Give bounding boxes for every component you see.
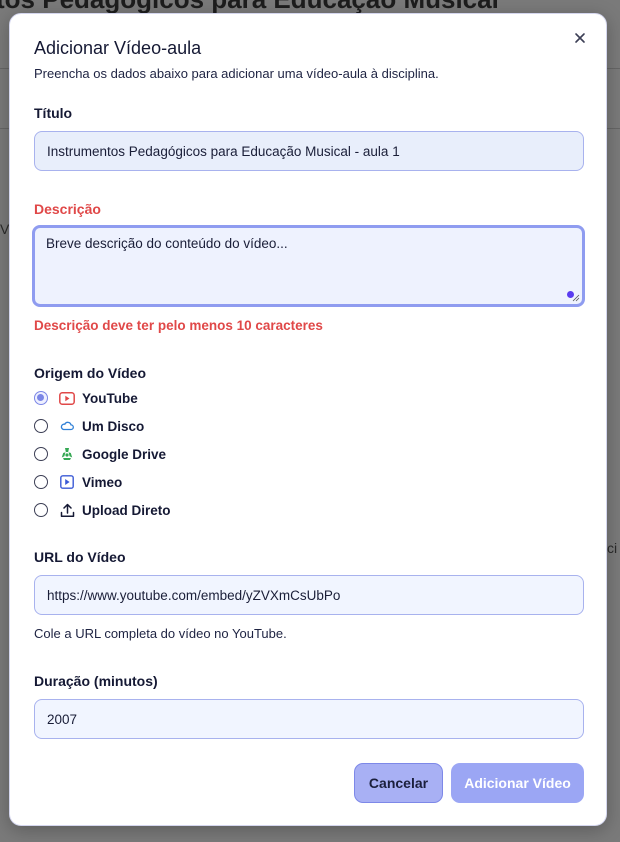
close-icon — [575, 33, 585, 43]
title-label: Título — [34, 105, 73, 121]
google-drive-icon — [58, 445, 76, 463]
source-option-google-drive[interactable]: Google Drive — [34, 444, 166, 464]
source-option-label: Upload Direto — [82, 502, 171, 518]
resize-handle-icon[interactable] — [572, 294, 580, 302]
source-option-label: Google Drive — [82, 446, 167, 462]
url-helper-text: Cole a URL completa do vídeo no YouTube. — [34, 626, 287, 641]
vimeo-icon — [58, 473, 76, 491]
modal-subtitle: Preencha os dados abaixo para adicionar … — [34, 66, 439, 81]
duration-input-value: 2007 — [47, 711, 78, 727]
upload-icon — [58, 501, 76, 519]
source-option-youtube[interactable]: YouTube — [34, 388, 138, 408]
description-textarea[interactable]: Breve descrição do conteúdo do vídeo... — [32, 225, 585, 307]
url-input-value: https://www.youtube.com/embed/yZVXmCsUbP… — [47, 587, 341, 603]
source-label: Origem do Vídeo — [34, 365, 147, 381]
background-side-text-right: ci — [607, 540, 618, 556]
radio-google-drive[interactable] — [34, 447, 48, 461]
description-error: Descrição deve ter pelo menos 10 caracte… — [34, 318, 323, 333]
title-input[interactable]: Instrumentos Pedagógicos para Educação M… — [34, 131, 584, 171]
source-option-label: YouTube — [82, 390, 138, 406]
description-placeholder: Breve descrição do conteúdo do vídeo... — [46, 236, 288, 251]
url-label: URL do Vídeo — [34, 549, 126, 565]
add-video-modal: Adicionar Vídeo-aula Preencha os dados a… — [9, 13, 607, 826]
cancel-button[interactable]: Cancelar — [354, 763, 443, 803]
source-option-upload[interactable]: Upload Direto — [34, 500, 171, 520]
source-option-label: Um Disco — [82, 418, 145, 434]
background-side-text-left: V — [0, 221, 10, 237]
close-button[interactable] — [572, 30, 588, 46]
youtube-icon — [58, 389, 76, 407]
duration-input[interactable]: 2007 — [34, 699, 584, 739]
radio-youtube[interactable] — [34, 391, 48, 405]
source-option-label: Vimeo — [82, 474, 123, 490]
add-video-button[interactable]: Adicionar Vídeo — [451, 763, 584, 803]
cloud-icon — [58, 417, 76, 435]
source-option-onedisk[interactable]: Um Disco — [34, 416, 144, 436]
description-label: Descrição — [34, 201, 101, 217]
source-option-vimeo[interactable]: Vimeo — [34, 472, 122, 492]
duration-label: Duração (minutos) — [34, 673, 158, 689]
title-input-value: Instrumentos Pedagógicos para Educação M… — [47, 143, 400, 159]
radio-vimeo[interactable] — [34, 475, 48, 489]
url-input[interactable]: https://www.youtube.com/embed/yZVXmCsUbP… — [34, 575, 584, 615]
radio-onedisk[interactable] — [34, 419, 48, 433]
modal-title: Adicionar Vídeo-aula — [34, 38, 202, 58]
radio-upload[interactable] — [34, 503, 48, 517]
